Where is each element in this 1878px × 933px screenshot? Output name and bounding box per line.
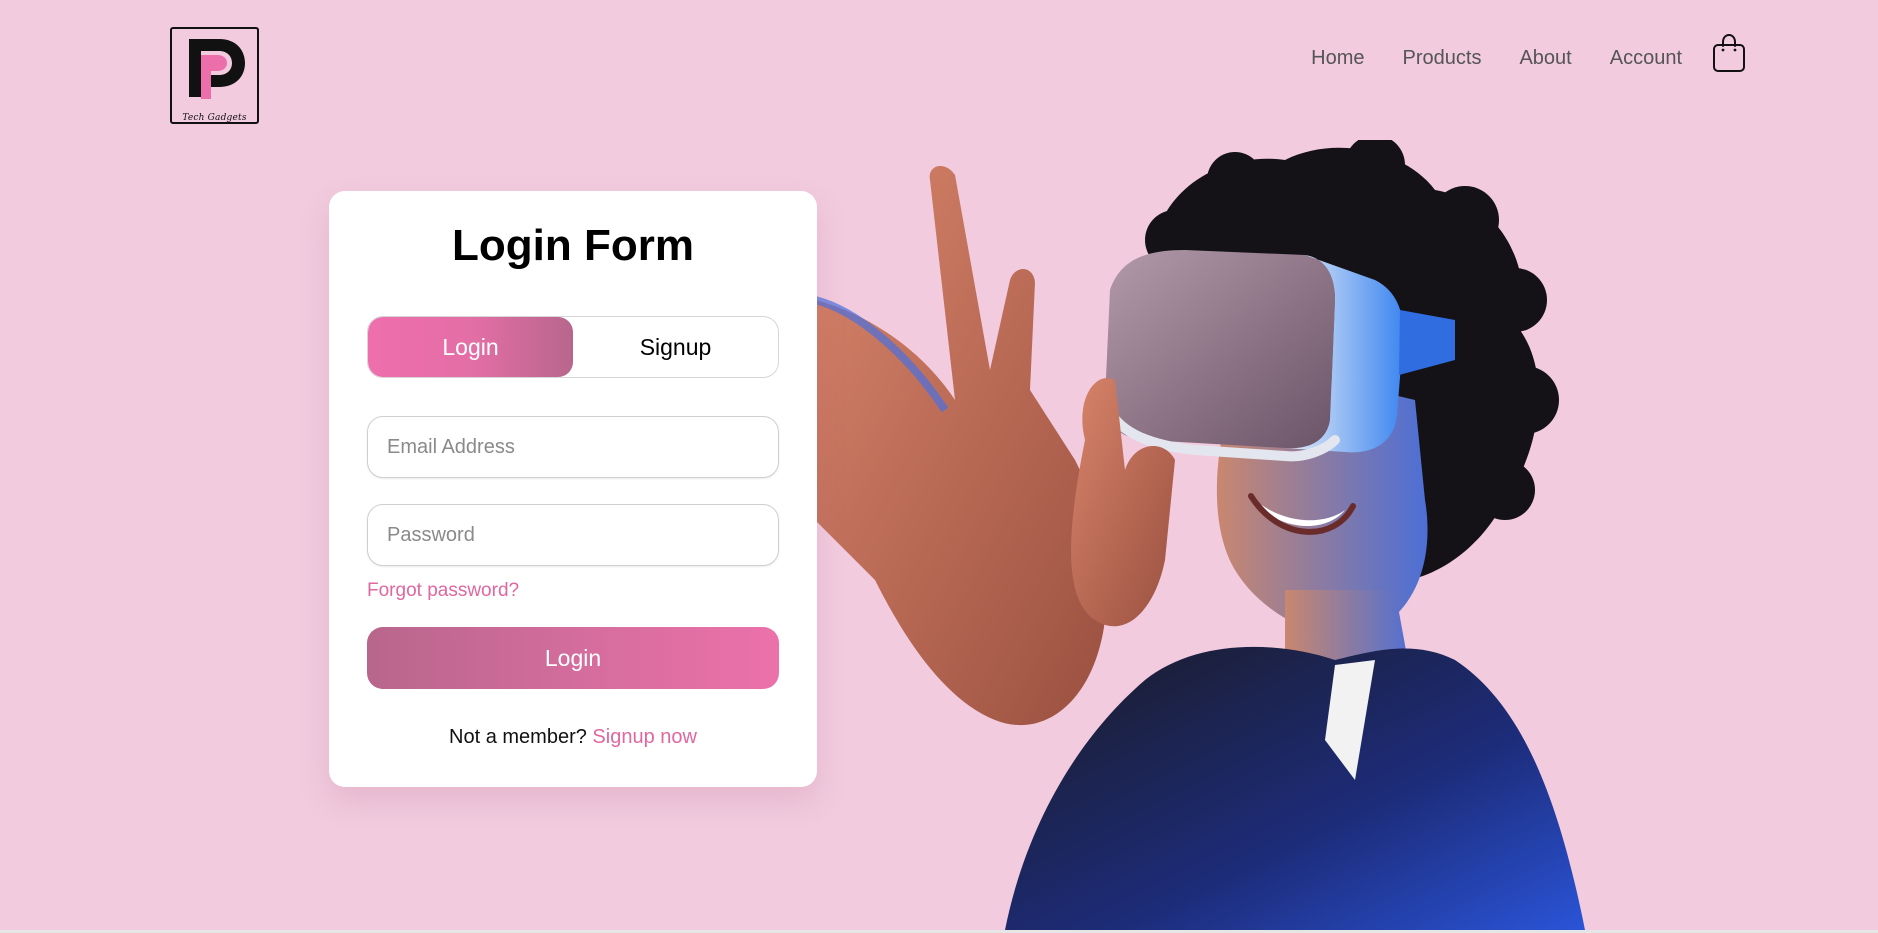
email-field[interactable] — [367, 416, 779, 478]
nav-home-link[interactable]: Home — [1311, 46, 1364, 70]
login-signup-switch: Login Signup — [367, 316, 779, 378]
not-a-member-text: Not a member? — [449, 726, 593, 748]
password-field[interactable] — [367, 504, 779, 566]
signup-now-link[interactable]: Signup now — [592, 726, 697, 748]
hero-vr-woman-illustration — [815, 140, 1585, 930]
nav-products-link[interactable]: Products — [1403, 46, 1482, 70]
brand-logo[interactable]: Tech Gadgets — [170, 27, 259, 124]
login-submit-button[interactable]: Login — [367, 627, 779, 689]
tab-login[interactable]: Login — [368, 317, 573, 377]
brand-logo-mark — [189, 39, 245, 99]
login-form-title: Login Form — [452, 221, 694, 270]
login-card: Login Form Login Signup Forgot password?… — [329, 191, 817, 787]
nav-about-link[interactable]: About — [1519, 46, 1571, 70]
shopping-bag-icon[interactable] — [1712, 33, 1746, 73]
signup-prompt: Not a member? Signup now — [329, 726, 817, 749]
tab-signup[interactable]: Signup — [573, 317, 778, 377]
top-navigation: Home Products About Account — [1311, 46, 1682, 70]
nav-account-link[interactable]: Account — [1610, 46, 1682, 70]
brand-tagline: Tech Gadgets — [182, 113, 247, 123]
forgot-password-link[interactable]: Forgot password? — [367, 580, 519, 602]
